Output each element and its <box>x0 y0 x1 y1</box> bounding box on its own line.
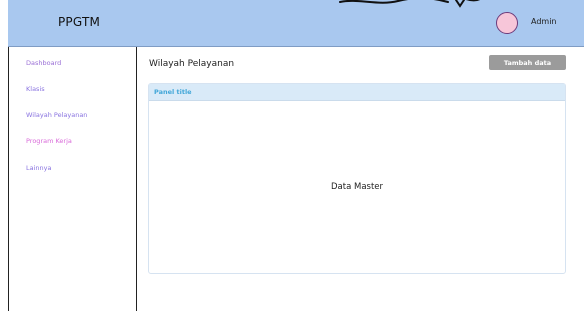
sidebar-item-lainnya[interactable]: Lainnya <box>26 164 51 172</box>
pen-scribble-decoration <box>339 0 481 8</box>
sidebar: Dashboard Klasis Wilayah Pelayanan Progr… <box>9 47 137 311</box>
sidebar-item-wilayah-pelayanan[interactable]: Wilayah Pelayanan <box>26 111 87 119</box>
user-name[interactable]: Admin <box>531 17 557 26</box>
panel-content-text: Data Master <box>331 182 384 192</box>
user-avatar[interactable] <box>496 12 518 34</box>
app-brand[interactable]: PPGTM <box>58 15 100 29</box>
panel-title: Panel title <box>149 84 565 101</box>
sidebar-item-program-kerja[interactable]: Program Kerja <box>26 137 72 145</box>
sidebar-item-dashboard[interactable]: Dashboard <box>26 59 61 67</box>
add-data-button[interactable]: Tambah data <box>489 55 566 70</box>
sidebar-item-klasis[interactable]: Klasis <box>26 85 45 93</box>
page-title: Wilayah Pelayanan <box>149 59 235 69</box>
top-navbar: PPGTM Admin <box>8 0 584 47</box>
panel-body: Data Master <box>149 101 565 273</box>
data-panel: Panel title Data Master <box>148 83 566 274</box>
